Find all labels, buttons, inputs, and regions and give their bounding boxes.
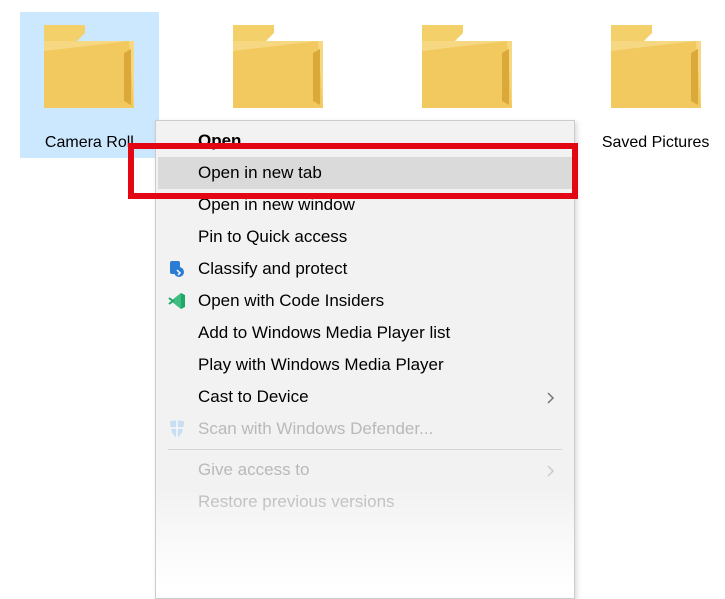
menu-item-restore-versions[interactable]: Restore previous versions (158, 486, 572, 518)
menu-item-open-new-tab[interactable]: Open in new tab (158, 157, 572, 189)
menu-separator (168, 449, 562, 450)
menu-item-label: Cast to Device (198, 387, 309, 407)
folder-icon (223, 18, 333, 118)
menu-item-add-wmp-list[interactable]: Add to Windows Media Player list (158, 317, 572, 349)
folder-icon (601, 18, 711, 118)
menu-item-label: Open with Code Insiders (198, 291, 384, 311)
menu-item-label: Open in new window (198, 195, 355, 215)
context-menu: Open Open in new tab Open in new window … (155, 120, 575, 599)
folder-item-saved-pictures[interactable]: Saved Pictures (586, 12, 725, 158)
folder-label: Camera Roll (45, 134, 134, 152)
menu-item-open-new-window[interactable]: Open in new window (158, 189, 572, 221)
menu-item-label: Add to Windows Media Player list (198, 323, 450, 343)
menu-item-label: Play with Windows Media Player (198, 355, 444, 375)
menu-item-classify-protect[interactable]: Classify and protect (158, 253, 572, 285)
menu-item-open-code-insiders[interactable]: Open with Code Insiders (158, 285, 572, 317)
menu-item-label: Classify and protect (198, 259, 347, 279)
chevron-right-icon (544, 390, 558, 404)
chevron-right-icon (544, 463, 558, 477)
classify-icon (166, 258, 188, 280)
menu-item-pin-quick-access[interactable]: Pin to Quick access (158, 221, 572, 253)
menu-item-label: Open (198, 131, 241, 151)
folder-label: Saved Pictures (602, 134, 710, 152)
folder-icon (412, 18, 522, 118)
menu-item-give-access[interactable]: Give access to (158, 454, 572, 486)
menu-item-cast-device[interactable]: Cast to Device (158, 381, 572, 413)
defender-icon (166, 418, 188, 440)
folder-item-camera-roll[interactable]: Camera Roll (20, 12, 159, 158)
menu-item-play-wmp[interactable]: Play with Windows Media Player (158, 349, 572, 381)
menu-item-label: Restore previous versions (198, 492, 395, 512)
menu-item-open[interactable]: Open (158, 125, 572, 157)
menu-item-label: Give access to (198, 460, 310, 480)
folder-icon (34, 18, 144, 118)
menu-item-label: Open in new tab (198, 163, 322, 183)
menu-item-label: Pin to Quick access (198, 227, 347, 247)
menu-item-scan-defender[interactable]: Scan with Windows Defender... (158, 413, 572, 445)
code-insiders-icon (166, 290, 188, 312)
menu-item-label: Scan with Windows Defender... (198, 419, 433, 439)
